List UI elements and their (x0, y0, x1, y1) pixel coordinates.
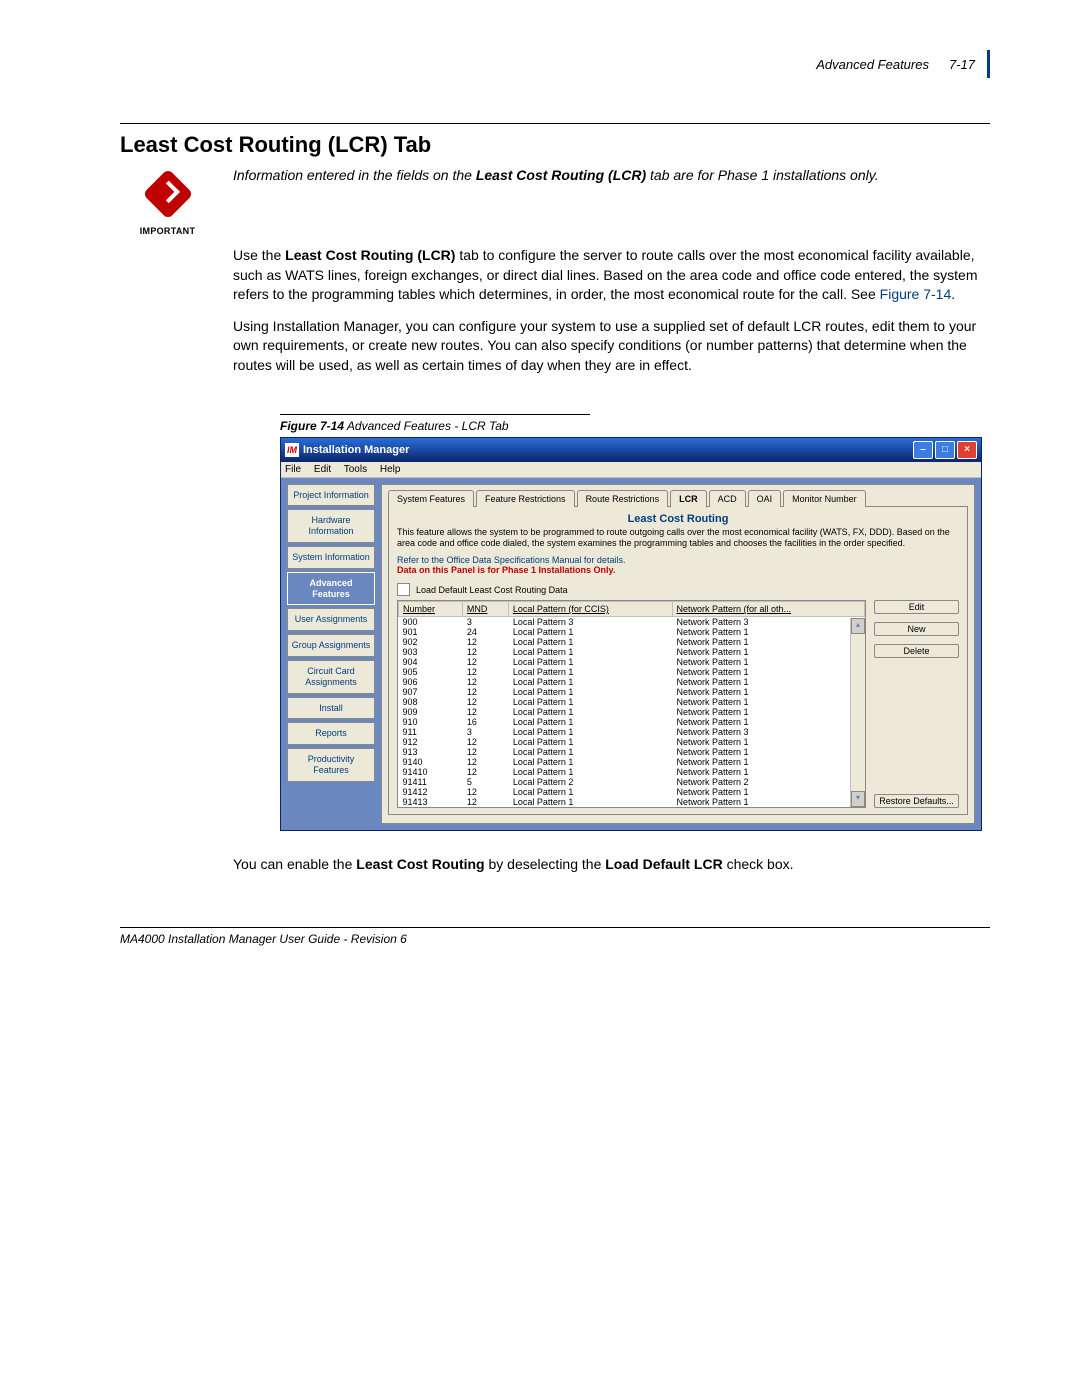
table-row[interactable]: 90412Local Pattern 1Network Pattern 1 (399, 657, 865, 667)
tab[interactable]: Feature Restrictions (476, 490, 575, 507)
tab[interactable]: Route Restrictions (577, 490, 669, 507)
edit-button[interactable]: Edit (874, 600, 959, 614)
menu-file[interactable]: File (285, 464, 301, 475)
panel-title: Least Cost Routing (397, 513, 959, 525)
panel-description: This feature allows the system to be pro… (397, 527, 959, 550)
table-row[interactable]: 9141012Local Pattern 1Network Pattern 1 (399, 767, 865, 777)
page-footer: MA4000 Installation Manager User Guide -… (120, 927, 990, 946)
column-header[interactable]: MND (462, 602, 508, 617)
paragraph-2: Using Installation Manager, you can conf… (233, 317, 990, 376)
tab[interactable]: OAI (748, 490, 782, 507)
sidebar-item[interactable]: Productivity Features (287, 748, 375, 782)
tab[interactable]: LCR (670, 490, 707, 508)
window-title: Installation Manager (303, 444, 409, 456)
delete-button[interactable]: Delete (874, 644, 959, 658)
table-row[interactable]: 914012Local Pattern 1Network Pattern 1 (399, 757, 865, 767)
tab-content-lcr: Least Cost Routing This feature allows t… (388, 506, 968, 816)
sidebar-item[interactable]: Circuit Card Assignments (287, 660, 375, 694)
sidebar-item[interactable]: Project Information (287, 484, 375, 507)
figure-caption: Figure 7-14 Advanced Features - LCR Tab (280, 414, 590, 433)
paragraph-1: Use the Least Cost Routing (LCR) tab to … (233, 246, 990, 305)
table-row[interactable]: 914115Local Pattern 2Network Pattern 2 (399, 777, 865, 787)
panel-note-phase1: Data on this Panel is for Phase 1 Instal… (397, 565, 959, 575)
tab[interactable]: Monitor Number (783, 490, 866, 507)
sidebar-item[interactable]: Reports (287, 722, 375, 745)
minimize-button[interactable]: – (913, 441, 933, 459)
table-row[interactable]: 91312Local Pattern 1Network Pattern 1 (399, 747, 865, 757)
column-header[interactable]: Network Pattern (for all oth... (672, 602, 865, 617)
page-header: Advanced Features 7-17 (120, 50, 990, 78)
scroll-down-icon[interactable]: ▾ (851, 791, 865, 807)
sidebar: Project InformationHardware Information S… (287, 484, 375, 825)
intro-italic: Information entered in the fields on the… (233, 166, 990, 186)
table-row[interactable]: 90312Local Pattern 1Network Pattern 1 (399, 647, 865, 657)
tab[interactable]: ACD (709, 490, 746, 507)
column-header[interactable]: Local Pattern (for CCIS) (508, 602, 672, 617)
table-row[interactable]: 90212Local Pattern 1Network Pattern 1 (399, 637, 865, 647)
table-row[interactable]: 9141312Local Pattern 1Network Pattern 1 (399, 797, 865, 807)
important-label: IMPORTANT (120, 226, 215, 236)
panel-note-manual: Refer to the Office Data Specifications … (397, 555, 959, 565)
scrollbar[interactable]: ▴ ▾ (850, 618, 865, 807)
new-button[interactable]: New (874, 622, 959, 636)
figure-link[interactable]: Figure 7-14 (880, 286, 952, 302)
sidebar-item[interactable]: Advanced Features (287, 572, 375, 606)
lcr-table[interactable]: NumberMNDLocal Pattern (for CCIS)Network… (397, 600, 866, 808)
app-icon: IM (285, 443, 299, 457)
table-row[interactable]: 90812Local Pattern 1Network Pattern 1 (399, 697, 865, 707)
menu-tools[interactable]: Tools (344, 464, 367, 475)
sidebar-item[interactable]: System Information (287, 546, 375, 569)
maximize-button[interactable]: □ (935, 441, 955, 459)
table-row[interactable]: 91212Local Pattern 1Network Pattern 1 (399, 737, 865, 747)
table-row[interactable]: 90912Local Pattern 1Network Pattern 1 (399, 707, 865, 717)
close-button[interactable]: × (957, 441, 977, 459)
tab[interactable]: System Features (388, 490, 474, 507)
menu-edit[interactable]: Edit (314, 464, 331, 475)
sidebar-item[interactable]: User Assignments (287, 608, 375, 631)
table-row[interactable]: 90712Local Pattern 1Network Pattern 1 (399, 687, 865, 697)
scroll-up-icon[interactable]: ▴ (851, 618, 865, 634)
table-row[interactable]: 91016Local Pattern 1Network Pattern 1 (399, 717, 865, 727)
tab-row: System FeaturesFeature RestrictionsRoute… (388, 490, 968, 507)
table-row[interactable]: 9141212Local Pattern 1Network Pattern 1 (399, 787, 865, 797)
sidebar-item[interactable]: Install (287, 697, 375, 720)
restore-defaults-button[interactable]: Restore Defaults... (874, 794, 959, 808)
menu-help[interactable]: Help (380, 464, 401, 475)
menu-bar: File Edit Tools Help (281, 462, 981, 478)
table-row[interactable]: 90612Local Pattern 1Network Pattern 1 (399, 677, 865, 687)
window-titlebar[interactable]: IM Installation Manager – □ × (281, 438, 981, 462)
sidebar-item[interactable]: Hardware Information (287, 509, 375, 543)
important-icon (142, 169, 193, 220)
header-section: Advanced Features (816, 57, 929, 72)
load-default-checkbox[interactable] (397, 583, 410, 596)
column-header[interactable]: Number (399, 602, 463, 617)
sidebar-item[interactable]: Group Assignments (287, 634, 375, 657)
table-row[interactable]: 9113Local Pattern 1Network Pattern 3 (399, 727, 865, 737)
table-row[interactable]: 90512Local Pattern 1Network Pattern 1 (399, 667, 865, 677)
table-row[interactable]: 9003Local Pattern 3Network Pattern 3 (399, 617, 865, 628)
installation-manager-window: IM Installation Manager – □ × File Edit … (280, 437, 982, 832)
paragraph-3: You can enable the Least Cost Routing by… (233, 855, 990, 875)
table-row[interactable]: 90124Local Pattern 1Network Pattern 1 (399, 627, 865, 637)
important-callout: IMPORTANT (120, 166, 215, 236)
header-page: 7-17 (929, 57, 975, 72)
load-default-label: Load Default Least Cost Routing Data (416, 585, 568, 595)
page-title: Least Cost Routing (LCR) Tab (120, 123, 990, 158)
